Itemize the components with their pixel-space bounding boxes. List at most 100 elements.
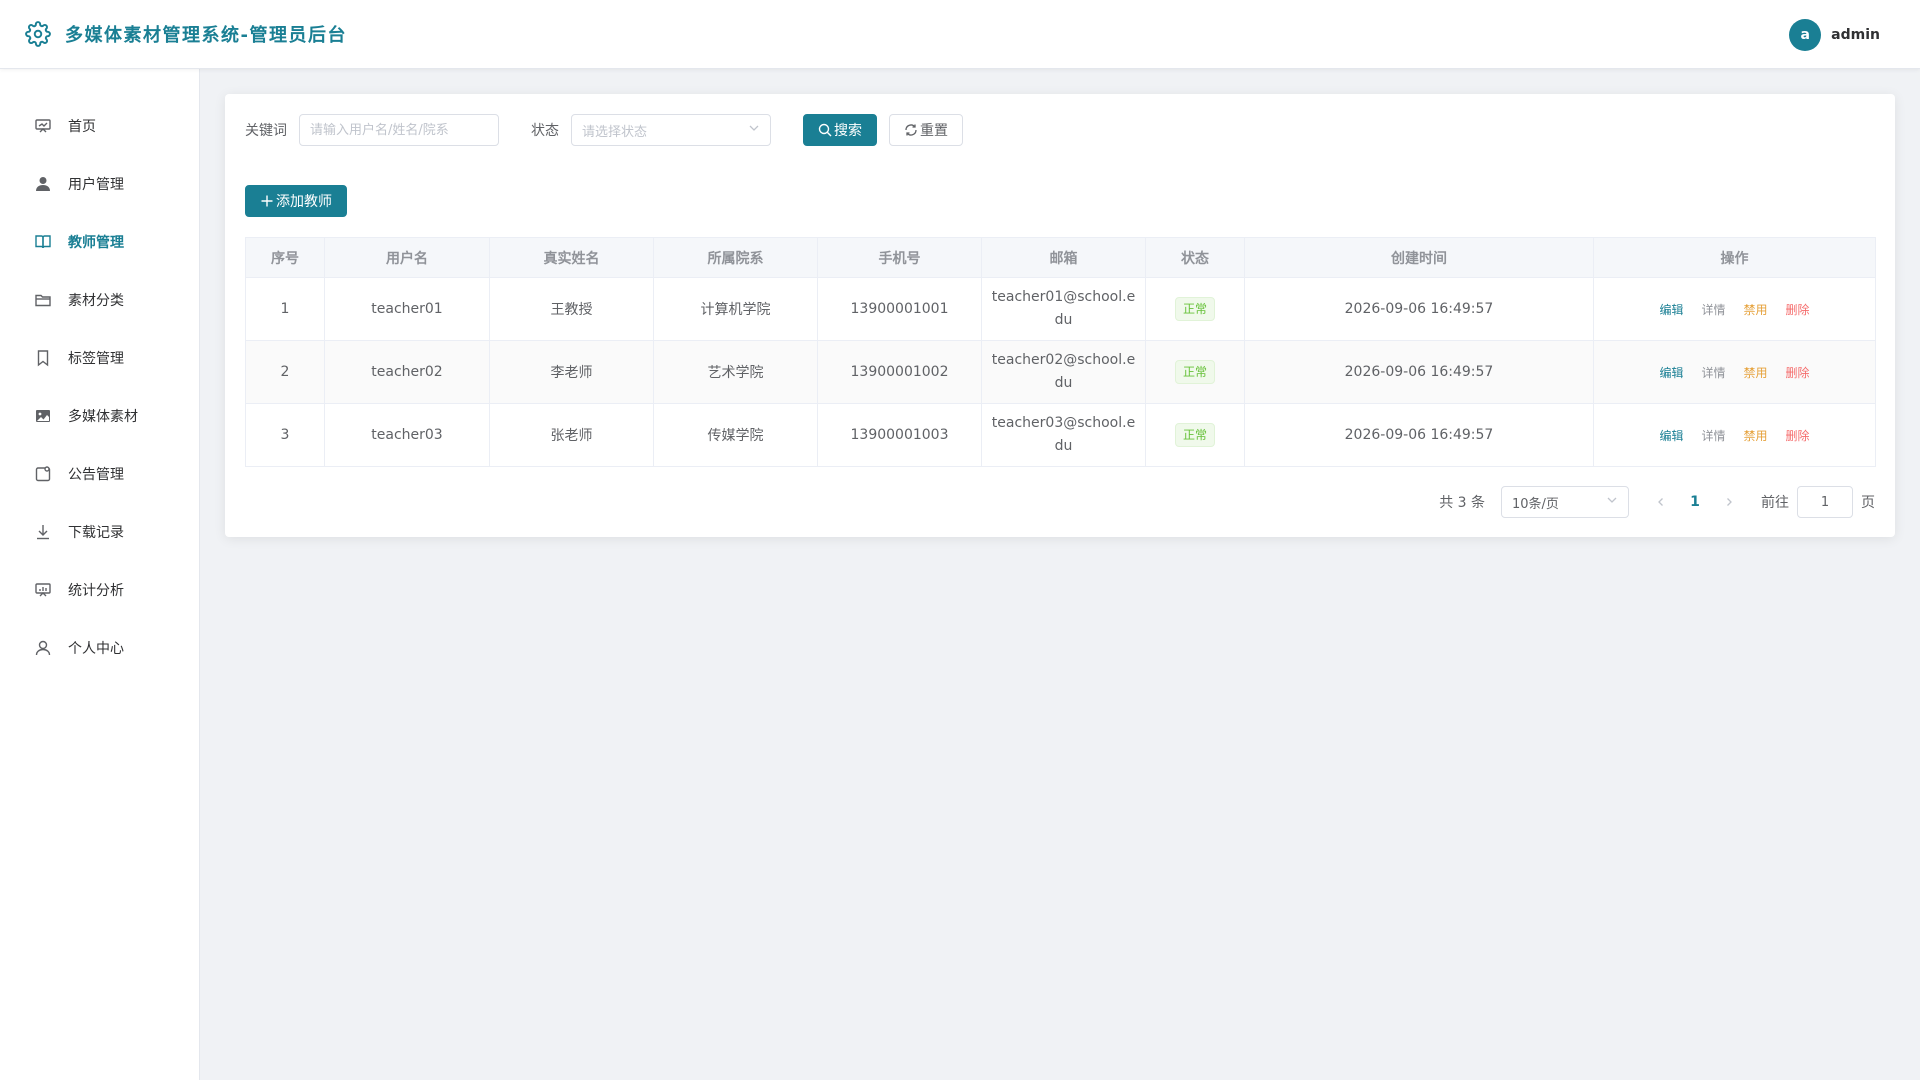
cell-created: 2026-09-06 16:49:57 (1244, 340, 1594, 404)
disable-link[interactable]: 禁用 (1744, 364, 1768, 381)
gear-icon (25, 21, 51, 47)
detail-link[interactable]: 详情 (1701, 427, 1725, 444)
sidebar-item-home[interactable]: 首页 (0, 97, 199, 155)
sidebar-item-label: 下载记录 (68, 525, 124, 541)
chevron-right-icon (1727, 498, 1732, 506)
picture-icon (34, 407, 52, 425)
column-header: 手机号 (817, 237, 982, 278)
cell-index: 1 (245, 277, 325, 341)
sidebar-item-label: 公告管理 (68, 467, 124, 483)
reset-button[interactable]: 重置 (889, 114, 963, 146)
prev-page-button[interactable] (1649, 486, 1673, 518)
sidebar-item-label: 教师管理 (68, 235, 124, 251)
sidebar-item-tags[interactable]: 标签管理 (0, 329, 199, 387)
add-teacher-button[interactable]: 添加教师 (245, 185, 347, 217)
chevron-down-icon (748, 122, 760, 138)
edit-link[interactable]: 编辑 (1659, 364, 1683, 381)
chevron-down-icon (1606, 494, 1618, 510)
column-header: 操作 (1593, 237, 1876, 278)
table-header-row: 序号 用户名 真实姓名 所属院系 手机号 邮箱 状态 创建时间 操作 (245, 237, 1876, 278)
page-number[interactable]: 1 (1681, 486, 1709, 518)
chevron-left-icon (1658, 498, 1663, 506)
bookmark-icon (34, 349, 52, 367)
delete-link[interactable]: 删除 (1786, 301, 1810, 318)
sidebar-item-label: 首页 (68, 119, 96, 135)
keyword-input[interactable] (299, 114, 499, 146)
refresh-icon (904, 123, 918, 137)
sidebar-item-profile[interactable]: 个人中心 (0, 619, 199, 677)
cell-name: 李老师 (489, 340, 654, 404)
page-size-value: 10条/页 (1512, 496, 1559, 512)
cell-department: 传媒学院 (653, 403, 818, 467)
sidebar-item-label: 用户管理 (68, 177, 124, 193)
cell-status: 正常 (1145, 340, 1245, 404)
page-size-select[interactable]: 10条/页 (1501, 486, 1629, 518)
cell-actions: 编辑 详情 禁用 删除 (1593, 340, 1876, 404)
cell-username: teacher03 (324, 403, 490, 467)
edit-link[interactable]: 编辑 (1659, 427, 1683, 444)
keyword-label: 关键词 (245, 123, 287, 139)
username[interactable]: admin (1831, 27, 1880, 43)
user-icon (34, 175, 52, 193)
pagination: 共 3 条 10条/页 1 前往 页 (1439, 486, 1875, 518)
cell-actions: 编辑 详情 禁用 删除 (1593, 277, 1876, 341)
status-badge: 正常 (1174, 423, 1215, 447)
avatar[interactable]: a (1789, 18, 1822, 51)
teacher-table: 序号 用户名 真实姓名 所属院系 手机号 邮箱 状态 创建时间 操作 1 tea… (245, 237, 1876, 467)
add-teacher-label: 添加教师 (276, 194, 332, 210)
column-header: 邮箱 (981, 237, 1146, 278)
folder-icon (34, 291, 52, 309)
next-page-button[interactable] (1717, 486, 1741, 518)
search-form: 关键词 状态 请选择状态 搜索 重置 (245, 114, 963, 146)
status-select[interactable]: 请选择状态 (571, 114, 771, 146)
brand: 多媒体素材管理系统-管理员后台 (25, 21, 347, 47)
disable-link[interactable]: 禁用 (1744, 301, 1768, 318)
column-header: 用户名 (324, 237, 490, 278)
goto-label: 前往 (1761, 495, 1789, 511)
app-title: 多媒体素材管理系统-管理员后台 (65, 25, 347, 46)
goto-page-input[interactable] (1797, 486, 1853, 518)
person-icon (34, 639, 52, 657)
sidebar-item-notices[interactable]: 公告管理 (0, 445, 199, 503)
status-badge: 正常 (1174, 360, 1215, 384)
sidebar-item-downloads[interactable]: 下载记录 (0, 503, 199, 561)
user-menu[interactable]: a admin (1789, 0, 1880, 69)
search-icon (818, 123, 832, 137)
sidebar-item-users[interactable]: 用户管理 (0, 155, 199, 213)
cell-email: teacher03@school.edu (981, 403, 1146, 467)
edit-link[interactable]: 编辑 (1659, 301, 1683, 318)
cell-index: 2 (245, 340, 325, 404)
sidebar-item-label: 标签管理 (68, 351, 124, 367)
cell-index: 3 (245, 403, 325, 467)
reset-button-label: 重置 (920, 123, 948, 139)
status-label: 状态 (531, 123, 559, 139)
column-header: 创建时间 (1244, 237, 1594, 278)
cell-name: 王教授 (489, 277, 654, 341)
sidebar-item-categories[interactable]: 素材分类 (0, 271, 199, 329)
delete-link[interactable]: 删除 (1786, 364, 1810, 381)
detail-link[interactable]: 详情 (1701, 364, 1725, 381)
sidebar-item-label: 统计分析 (68, 583, 124, 599)
cell-status: 正常 (1145, 277, 1245, 341)
cell-name: 张老师 (489, 403, 654, 467)
delete-link[interactable]: 删除 (1786, 427, 1810, 444)
book-icon (34, 233, 52, 251)
search-button[interactable]: 搜索 (803, 114, 877, 146)
disable-link[interactable]: 禁用 (1744, 427, 1768, 444)
sidebar-item-statistics[interactable]: 统计分析 (0, 561, 199, 619)
cell-status: 正常 (1145, 403, 1245, 467)
sidebar-item-label: 素材分类 (68, 293, 124, 309)
column-header: 所属院系 (653, 237, 818, 278)
sidebar: 首页 用户管理 教师管理 素材分类 标签管理 多媒体素材 公告管理 下载记录 统… (0, 69, 200, 1080)
search-button-label: 搜索 (834, 123, 862, 139)
plus-icon (260, 194, 274, 208)
dashboard-icon (34, 117, 52, 135)
detail-link[interactable]: 详情 (1701, 301, 1725, 318)
chart-icon (34, 581, 52, 599)
column-header: 真实姓名 (489, 237, 654, 278)
cell-username: teacher02 (324, 340, 490, 404)
sidebar-item-media[interactable]: 多媒体素材 (0, 387, 199, 445)
status-select-placeholder: 请选择状态 (582, 124, 648, 140)
total-count: 共 3 条 (1439, 495, 1485, 511)
sidebar-item-teachers[interactable]: 教师管理 (0, 213, 199, 271)
